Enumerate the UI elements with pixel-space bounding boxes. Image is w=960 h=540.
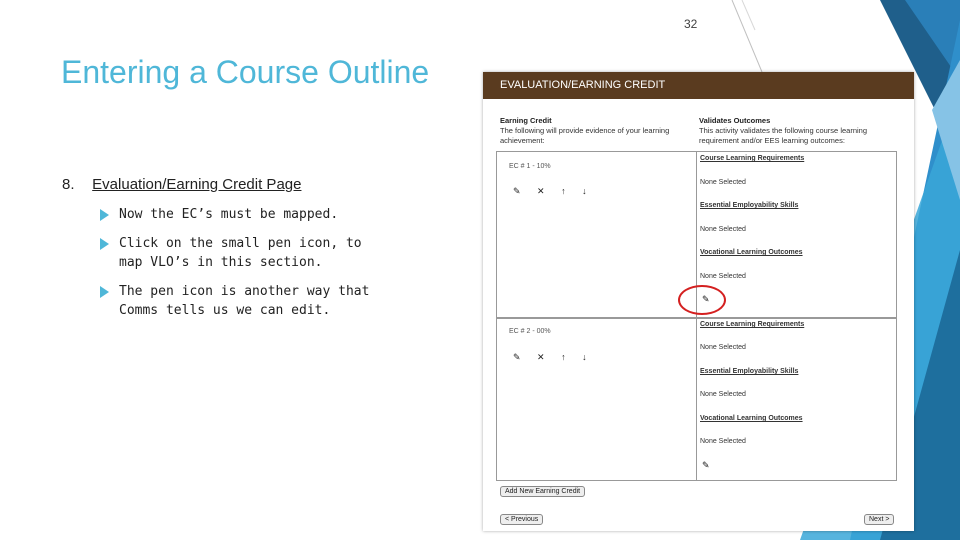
- section-heading: 8. Evaluation/Earning Credit Page: [62, 176, 301, 193]
- none-selected-text: None Selected: [700, 344, 746, 351]
- section-number: 8.: [62, 176, 75, 193]
- ees-heading: Essential Employability Skills: [700, 202, 799, 209]
- earning-credit-screenshot: EVALUATION/EARNING CREDIT Earning Credit…: [483, 72, 914, 531]
- next-button[interactable]: Next >: [864, 514, 895, 525]
- bullet-arrow-icon: [100, 209, 109, 221]
- ec2-action-icons[interactable]: ✎ ✕ ↑ ↓: [513, 352, 594, 363]
- none-selected-text: None Selected: [700, 391, 746, 398]
- previous-button[interactable]: < Previous: [500, 514, 544, 525]
- screenshot-header: EVALUATION/EARNING CREDIT: [483, 72, 914, 99]
- none-selected-text: None Selected: [700, 438, 746, 445]
- ec1-label: EC # 1 - 10%: [509, 163, 551, 170]
- ees-heading: Essential Employability Skills: [700, 368, 799, 375]
- bullet-item: Click on the small pen icon, to map VLO’…: [100, 234, 370, 272]
- table-divider: [696, 151, 697, 481]
- clr-heading: Course Learning Requirements: [700, 155, 805, 162]
- ec1-action-icons[interactable]: ✎ ✕ ↑ ↓: [513, 186, 594, 197]
- clr-heading: Course Learning Requirements: [700, 321, 805, 328]
- slide-title: Entering a Course Outline: [61, 54, 430, 90]
- bullet-item: Now the EC’s must be mapped.: [100, 205, 370, 224]
- earning-credit-column-head: Earning Credit The following will provid…: [500, 116, 670, 145]
- table-divider: [496, 317, 897, 319]
- bullet-arrow-icon: [100, 238, 109, 250]
- none-selected-text: None Selected: [700, 226, 746, 233]
- bullet-item: The pen icon is another way that Comms t…: [100, 282, 370, 320]
- vlo-edit-pen-icon[interactable]: ✎: [702, 460, 710, 471]
- vlo-heading: Vocational Learning Outcomes: [700, 249, 803, 256]
- bullet-arrow-icon: [100, 286, 109, 298]
- none-selected-text: None Selected: [700, 273, 746, 280]
- slide-number: 32: [684, 17, 698, 31]
- add-new-earning-credit-button[interactable]: Add New Earning Credit: [500, 486, 586, 497]
- validates-outcomes-column-head: Validates Outcomes This activity validat…: [699, 116, 867, 145]
- section-title: Evaluation/Earning Credit Page: [92, 176, 302, 193]
- ec2-label: EC # 2 - 00%: [509, 328, 551, 335]
- none-selected-text: None Selected: [700, 179, 746, 186]
- vlo-heading: Vocational Learning Outcomes: [700, 415, 803, 422]
- highlight-circle: [678, 285, 726, 315]
- bullet-list: Now the EC’s must be mapped. Click on th…: [100, 205, 370, 330]
